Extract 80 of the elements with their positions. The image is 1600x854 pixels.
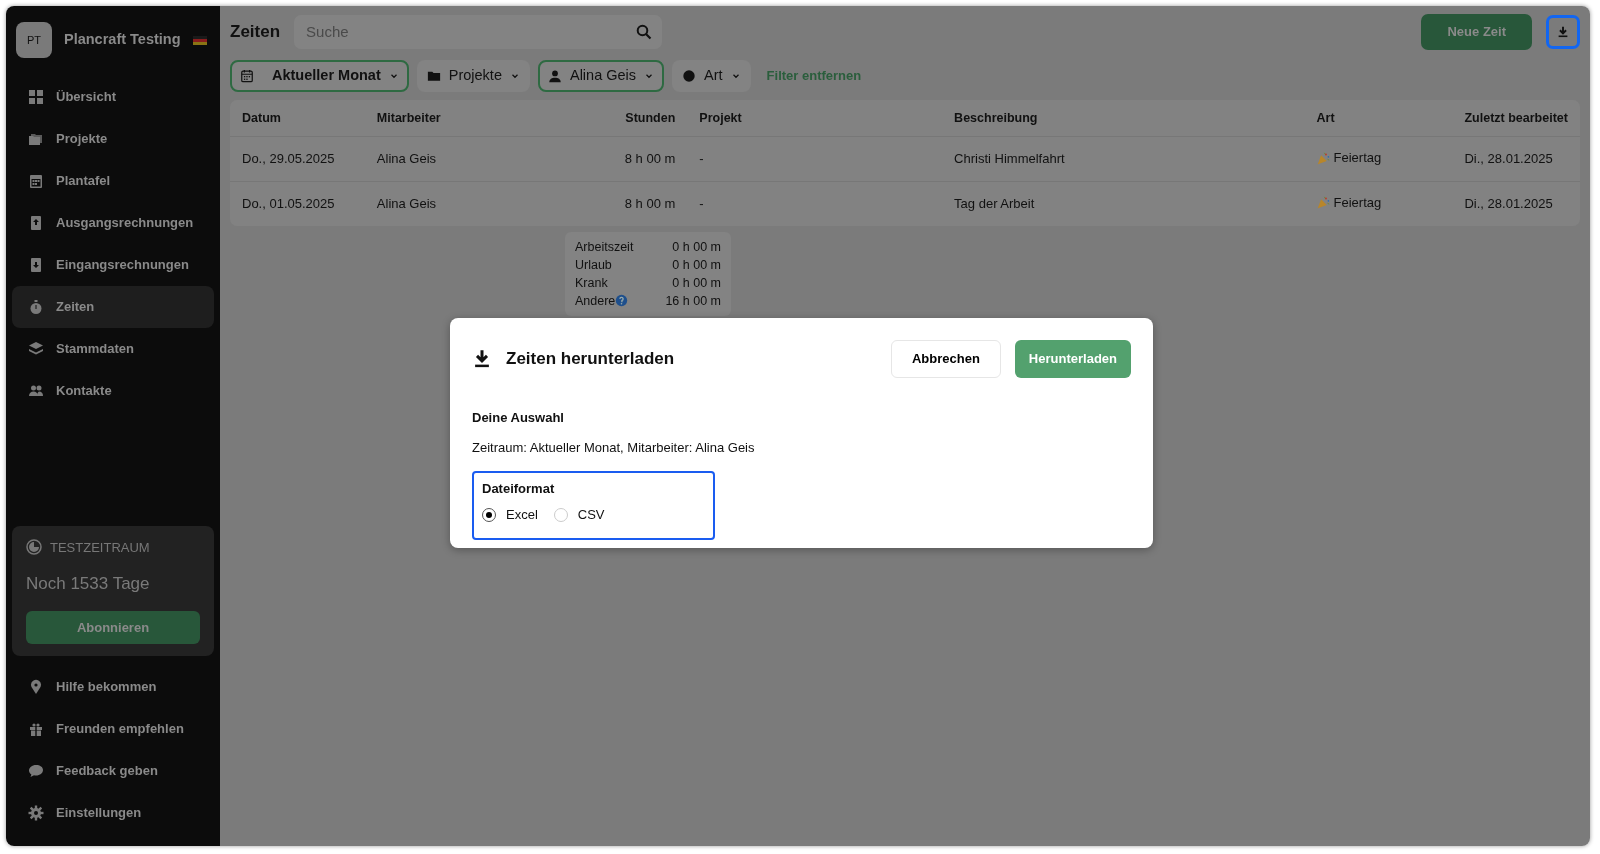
summary-label: Andere [575,291,629,310]
table-cell: Di., 28.01.2025 [1452,181,1580,226]
sidebar-item[interactable]: Feedback geben [12,750,214,792]
table-cell: 8 h 00 m [579,181,688,226]
filter-dropdown[interactable]: Aktueller Monat [230,59,409,92]
sidebar-item[interactable]: Übersicht [12,76,214,118]
table-cell: Di., 28.01.2025 [1452,136,1580,182]
sidebar-item[interactable]: Stammdaten [12,328,214,370]
sidebar-item[interactable]: Kontakte [12,370,214,412]
table-cell: 8 h 00 m [579,136,688,182]
sidebar-item[interactable]: Einstellungen [12,792,214,834]
column-header: Stunden [579,99,688,137]
table-cell: Feiertag [1316,193,1382,213]
download-icon [472,348,492,369]
person-icon [547,68,562,83]
workspace-avatar[interactable]: PT [16,22,52,58]
dot-icon [682,68,697,83]
radio-label[interactable]: CSV [577,505,605,525]
table-cell: Tag der Arbeit [942,181,1305,226]
trial-label: TESTZEITRAUM [50,538,150,557]
stopwatch-icon [28,298,44,315]
page-title: Zeiten [230,21,281,43]
column-header: Beschreibung [942,99,1305,137]
column-header: Mitarbeiter [364,99,580,137]
download-button[interactable] [1546,14,1580,49]
calendar-icon [240,68,254,83]
location-pin-icon [28,678,44,695]
clock-icon [26,539,42,556]
settings-icon [28,804,44,821]
sidebar-item[interactable]: Hilfe bekommen [12,666,214,708]
table-cell: - [687,136,943,182]
summary-value: 0 h 00 m [672,274,721,292]
table-cell: Alina Geis [364,136,580,182]
sidebar-item[interactable]: Plantafel [12,160,214,202]
search-icon [636,23,653,40]
party-popper-icon [1316,151,1330,165]
download-icon [1556,24,1570,39]
column-header: Art [1304,99,1453,137]
file-format-label: Dateiformat [482,479,556,498]
summary-value: 16 h 00 m [665,292,721,310]
sidebar-item[interactable]: Freunden empfehlen [12,708,214,750]
column-header: Datum [230,99,365,137]
column-header: Zuletzt bearbeitet [1452,99,1580,137]
summary-label: Arbeitszeit [575,238,634,256]
sidebar-item[interactable]: Zeiten [12,286,214,328]
layers-icon [28,340,44,357]
trial-remaining: Noch 1533 Tage [26,573,151,595]
flag-icon [192,35,207,45]
radio-label[interactable]: Excel [506,505,538,525]
selection-summary: Zeitraum: Aktueller Monat, Mitarbeiter: Alina Geis [472,439,756,457]
workspace-name[interactable]: Plancraft Testing [64,29,181,51]
filter-dropdown[interactable]: Alina Geis [537,59,665,92]
table-cell: Do., 29.05.2025 [230,136,365,182]
dialog-title: Zeiten herunterladen [506,348,675,370]
party-popper-icon [1316,196,1330,210]
column-header: Projekt [687,99,943,137]
chat-bubble-icon [28,762,44,779]
search-field[interactable]: Suche [294,14,663,49]
summary-value: 0 h 00 m [672,238,721,256]
summary-value: 0 h 00 m [672,256,721,274]
download-button[interactable]: Herunterladen [1014,340,1131,378]
calendar-icon [28,172,44,189]
document-icon [28,214,44,231]
grid-icon [28,88,44,105]
sidebar-item[interactable]: Projekte [12,118,214,160]
summary-label: Krank [575,274,608,292]
sidebar-item[interactable]: Ausgangsrechnungen [12,202,214,244]
document-icon [28,256,44,273]
help-icon [615,294,629,308]
summary-label: Urlaub [575,256,612,274]
filter-dropdown[interactable]: Projekte [416,59,530,92]
table-cell: Do., 01.05.2025 [230,181,365,226]
table-cell: - [687,181,943,226]
selection-heading: Deine Auswahl [472,408,565,427]
table-cell: Alina Geis [364,181,580,226]
table-cell: Christi Himmelfahrt [942,136,1305,182]
sidebar-item[interactable]: Eingangsrechnungen [12,244,214,286]
filter-dropdown[interactable]: Art [672,59,751,92]
cancel-button[interactable]: Abbrechen [890,340,1001,378]
table-cell: Feiertag [1316,148,1382,168]
